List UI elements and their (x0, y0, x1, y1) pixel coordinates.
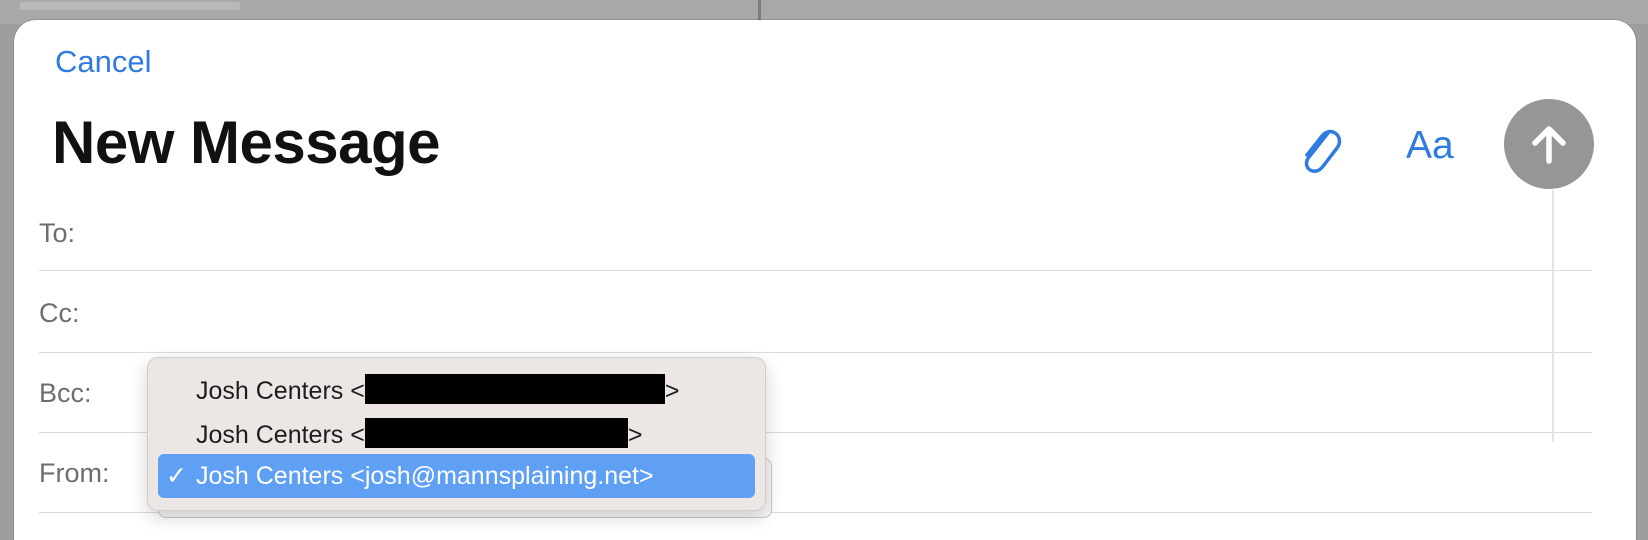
checkmark-icon: ✓ (166, 462, 187, 490)
from-option-label: Josh Centers <josh@mannsplaining.net> (196, 462, 654, 490)
from-option-selected[interactable]: ✓ Josh Centers <josh@mannsplaining.net> (158, 454, 755, 498)
scroll-rail (1552, 190, 1554, 442)
cc-label: Cc: (39, 298, 80, 328)
to-field[interactable] (109, 204, 1552, 256)
arrow-up-icon (1532, 126, 1566, 164)
from-option-suffix: > (664, 377, 680, 405)
from-label: From: (39, 458, 110, 488)
redaction-bar (364, 418, 628, 448)
attach-button[interactable] (1295, 123, 1343, 179)
from-option[interactable]: Josh Centers < > (158, 410, 755, 454)
redaction-bar (364, 374, 665, 404)
format-button[interactable]: Aa (1406, 124, 1454, 168)
cancel-button[interactable]: Cancel (55, 44, 152, 80)
from-option-suffix: > (627, 421, 643, 449)
to-label: To: (39, 218, 76, 248)
from-option-label: Josh Centers < (196, 421, 365, 449)
background-text (20, 2, 240, 10)
send-button[interactable] (1504, 99, 1594, 189)
from-option-label: Josh Centers < (196, 377, 365, 405)
cc-row: Cc: (39, 272, 1592, 353)
from-dropdown-menu: Josh Centers < > Josh Centers < > ✓ Josh C… (147, 357, 766, 511)
bcc-label: Bcc: (39, 378, 92, 408)
cc-field[interactable] (109, 286, 1552, 338)
background-divider (758, 0, 761, 22)
paperclip-icon (1304, 129, 1342, 173)
to-row: To: (39, 190, 1592, 271)
from-option[interactable]: Josh Centers < > (158, 366, 755, 410)
page-title: New Message (52, 109, 441, 176)
